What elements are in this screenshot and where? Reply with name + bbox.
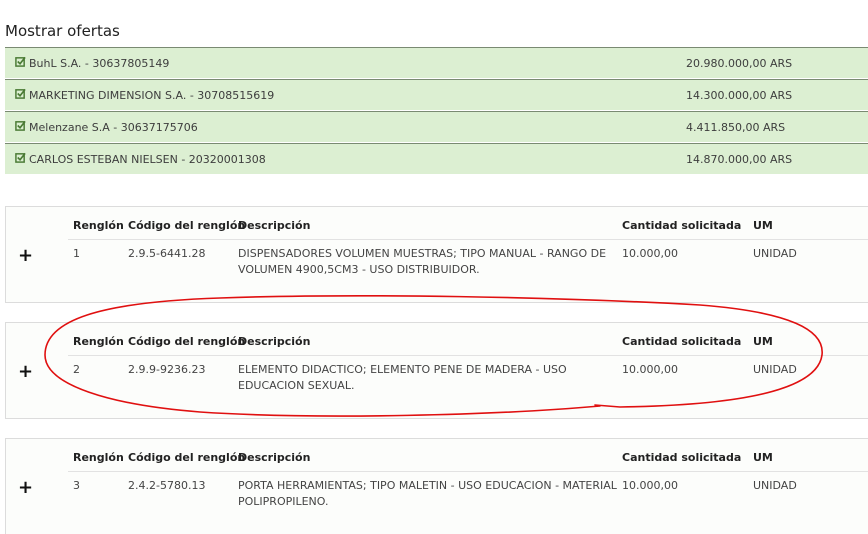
header-renglon: Renglón	[73, 451, 124, 464]
cell-descripcion: DISPENSADORES VOLUMEN MUESTRAS; TIPO MAN…	[238, 247, 607, 276]
checkbox-checked-icon	[15, 88, 26, 99]
cell-cantidad: 10.000,00	[622, 479, 678, 492]
header-codigo: Código del renglón	[128, 219, 246, 232]
header-divider	[68, 355, 868, 356]
header-descripcion: Descripción	[238, 219, 311, 232]
offer-row[interactable]: MARKETING DIMENSION S.A. - 30708515619 1…	[5, 79, 868, 110]
offer-amount: 14.300.000,00 ARS	[686, 89, 793, 102]
cell-descripcion: PORTA HERRAMIENTAS; TIPO MALETIN - USO E…	[238, 479, 617, 508]
header-um: UM	[753, 335, 773, 348]
cell-codigo: 2.9.5-6441.28	[128, 247, 206, 260]
cell-um: UNIDAD	[753, 479, 797, 492]
header-renglon: Renglón	[73, 335, 124, 348]
cell-um: UNIDAD	[753, 363, 797, 376]
cell-renglon: 1	[73, 247, 80, 260]
header-renglon: Renglón	[73, 219, 124, 232]
cell-descripcion: ELEMENTO DIDACTICO; ELEMENTO PENE DE MAD…	[238, 363, 567, 392]
expand-button[interactable]: +	[18, 361, 33, 382]
header-cantidad: Cantidad solicitada	[622, 335, 742, 348]
expand-button[interactable]: +	[18, 245, 33, 266]
header-codigo: Código del renglón	[128, 451, 246, 464]
item-card-3: + Renglón Código del renglón Descripción…	[5, 438, 868, 534]
cell-codigo: 2.4.2-5780.13	[128, 479, 206, 492]
header-descripcion: Descripción	[238, 451, 311, 464]
offers-list: BuhL S.A. - 30637805149 20.980.000,00 AR…	[5, 47, 868, 174]
checkbox-checked-icon	[15, 56, 26, 67]
offer-name: CARLOS ESTEBAN NIELSEN - 20320001308	[29, 153, 266, 166]
header-um: UM	[753, 219, 773, 232]
item-card-2: + Renglón Código del renglón Descripción…	[5, 322, 868, 419]
offer-row[interactable]: Melenzane S.A - 30637175706 4.411.850,00…	[5, 111, 868, 142]
header-divider	[68, 471, 868, 472]
offer-name: Melenzane S.A - 30637175706	[29, 121, 198, 134]
offer-name: BuhL S.A. - 30637805149	[29, 57, 170, 70]
header-cantidad: Cantidad solicitada	[622, 219, 742, 232]
header-cantidad: Cantidad solicitada	[622, 451, 742, 464]
offer-row[interactable]: CARLOS ESTEBAN NIELSEN - 20320001308 14.…	[5, 143, 868, 174]
header-descripcion: Descripción	[238, 335, 311, 348]
checkbox-checked-icon	[15, 152, 26, 163]
offer-row[interactable]: BuhL S.A. - 30637805149 20.980.000,00 AR…	[5, 47, 868, 78]
checkbox-checked-icon	[15, 120, 26, 131]
offer-name: MARKETING DIMENSION S.A. - 30708515619	[29, 89, 275, 102]
cell-cantidad: 10.000,00	[622, 247, 678, 260]
header-codigo: Código del renglón	[128, 335, 246, 348]
offer-amount: 20.980.000,00 ARS	[686, 57, 793, 70]
cell-cantidad: 10.000,00	[622, 363, 678, 376]
offer-amount: 4.411.850,00 ARS	[686, 121, 786, 134]
header-um: UM	[753, 451, 773, 464]
item-card-1: + Renglón Código del renglón Descripción…	[5, 206, 868, 303]
expand-button[interactable]: +	[18, 477, 33, 498]
offer-amount: 14.870.000,00 ARS	[686, 153, 793, 166]
page-title: Mostrar ofertas	[5, 22, 120, 40]
header-divider	[68, 239, 868, 240]
cell-codigo: 2.9.9-9236.23	[128, 363, 206, 376]
cell-renglon: 3	[73, 479, 80, 492]
cell-renglon: 2	[73, 363, 80, 376]
cell-um: UNIDAD	[753, 247, 797, 260]
